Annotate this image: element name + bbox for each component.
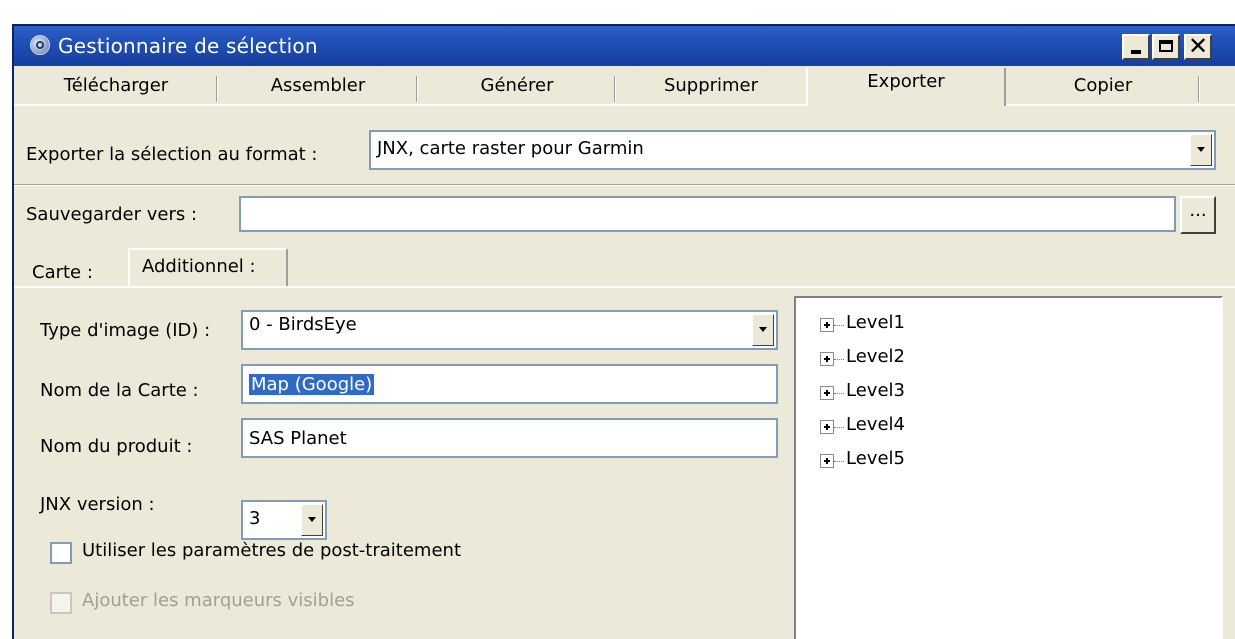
- save-path-input[interactable]: [239, 196, 1176, 232]
- tree-item-label[interactable]: Level4: [846, 414, 905, 435]
- selection-manager-window: Gestionnaire de sélection ✕ Télécharger …: [12, 24, 1235, 639]
- title-bar[interactable]: Gestionnaire de sélection ✕: [14, 26, 1235, 66]
- tab-assembler[interactable]: Assembler: [218, 72, 418, 104]
- post-processing-checkbox[interactable]: [50, 542, 72, 564]
- tab-supprimer[interactable]: Supprimer: [616, 72, 806, 104]
- jnx-version-select[interactable]: 3: [241, 500, 327, 540]
- export-format-label: Exporter la sélection au format :: [26, 144, 318, 165]
- image-type-label: Type d'image (ID) :: [40, 320, 211, 341]
- main-tabs: Télécharger Assembler Générer Supprimer …: [14, 66, 1235, 106]
- window-title: Gestionnaire de sélection: [58, 34, 318, 58]
- divider: [14, 184, 1235, 186]
- expand-icon[interactable]: [820, 352, 834, 366]
- chevron-down-icon[interactable]: [1190, 134, 1212, 166]
- markers-label: Ajouter les marqueurs visibles: [82, 590, 355, 611]
- expand-icon[interactable]: [820, 454, 834, 468]
- tree-item-label[interactable]: Level1: [846, 312, 905, 333]
- maximize-button[interactable]: [1152, 34, 1180, 60]
- tab-generer[interactable]: Générer: [418, 72, 616, 104]
- chevron-down-icon[interactable]: [752, 314, 774, 346]
- expand-icon[interactable]: [820, 386, 834, 400]
- post-processing-label[interactable]: Utiliser les paramètres de post-traiteme…: [82, 540, 461, 561]
- jnx-version-label: JNX version :: [40, 494, 155, 515]
- expand-icon[interactable]: [820, 420, 834, 434]
- tab-copier[interactable]: Copier: [1006, 72, 1200, 104]
- minimize-button[interactable]: [1122, 34, 1150, 60]
- chevron-down-icon[interactable]: [301, 504, 323, 536]
- image-type-select[interactable]: 0 - BirdsEye: [241, 310, 778, 350]
- expand-icon[interactable]: [820, 318, 834, 332]
- tree-item-label[interactable]: Level3: [846, 380, 905, 401]
- tree-item-label[interactable]: Level5: [846, 448, 905, 469]
- map-name-label: Nom de la Carte :: [40, 380, 199, 401]
- map-name-input[interactable]: Map (Google): [241, 364, 778, 404]
- export-format-select[interactable]: JNX, carte raster pour Garmin: [369, 130, 1216, 170]
- app-icon: [30, 35, 50, 55]
- map-name-value: Map (Google): [249, 374, 375, 395]
- browse-button[interactable]: ...: [1180, 196, 1216, 234]
- markers-checkbox[interactable]: [50, 592, 72, 614]
- product-name-input[interactable]: SAS Planet: [241, 418, 778, 458]
- tab-exporter[interactable]: Exporter: [806, 68, 1006, 106]
- close-button[interactable]: ✕: [1184, 32, 1212, 60]
- product-name-value: SAS Planet: [249, 428, 347, 449]
- image-type-value: 0 - BirdsEye: [249, 314, 357, 335]
- close-icon: ✕: [1188, 32, 1209, 60]
- subtab-additionnel[interactable]: Additionnel :: [128, 248, 288, 288]
- jnx-version-value: 3: [249, 508, 261, 529]
- tree-item-label[interactable]: Level2: [846, 346, 905, 367]
- tab-telecharger[interactable]: Télécharger: [14, 72, 218, 104]
- export-format-value: JNX, carte raster pour Garmin: [377, 138, 644, 159]
- levels-tree[interactable]: Level1 Level2 Level3 Level4 Level5: [794, 296, 1223, 639]
- product-name-label: Nom du produit :: [40, 436, 193, 457]
- save-to-label: Sauvegarder vers :: [26, 204, 198, 225]
